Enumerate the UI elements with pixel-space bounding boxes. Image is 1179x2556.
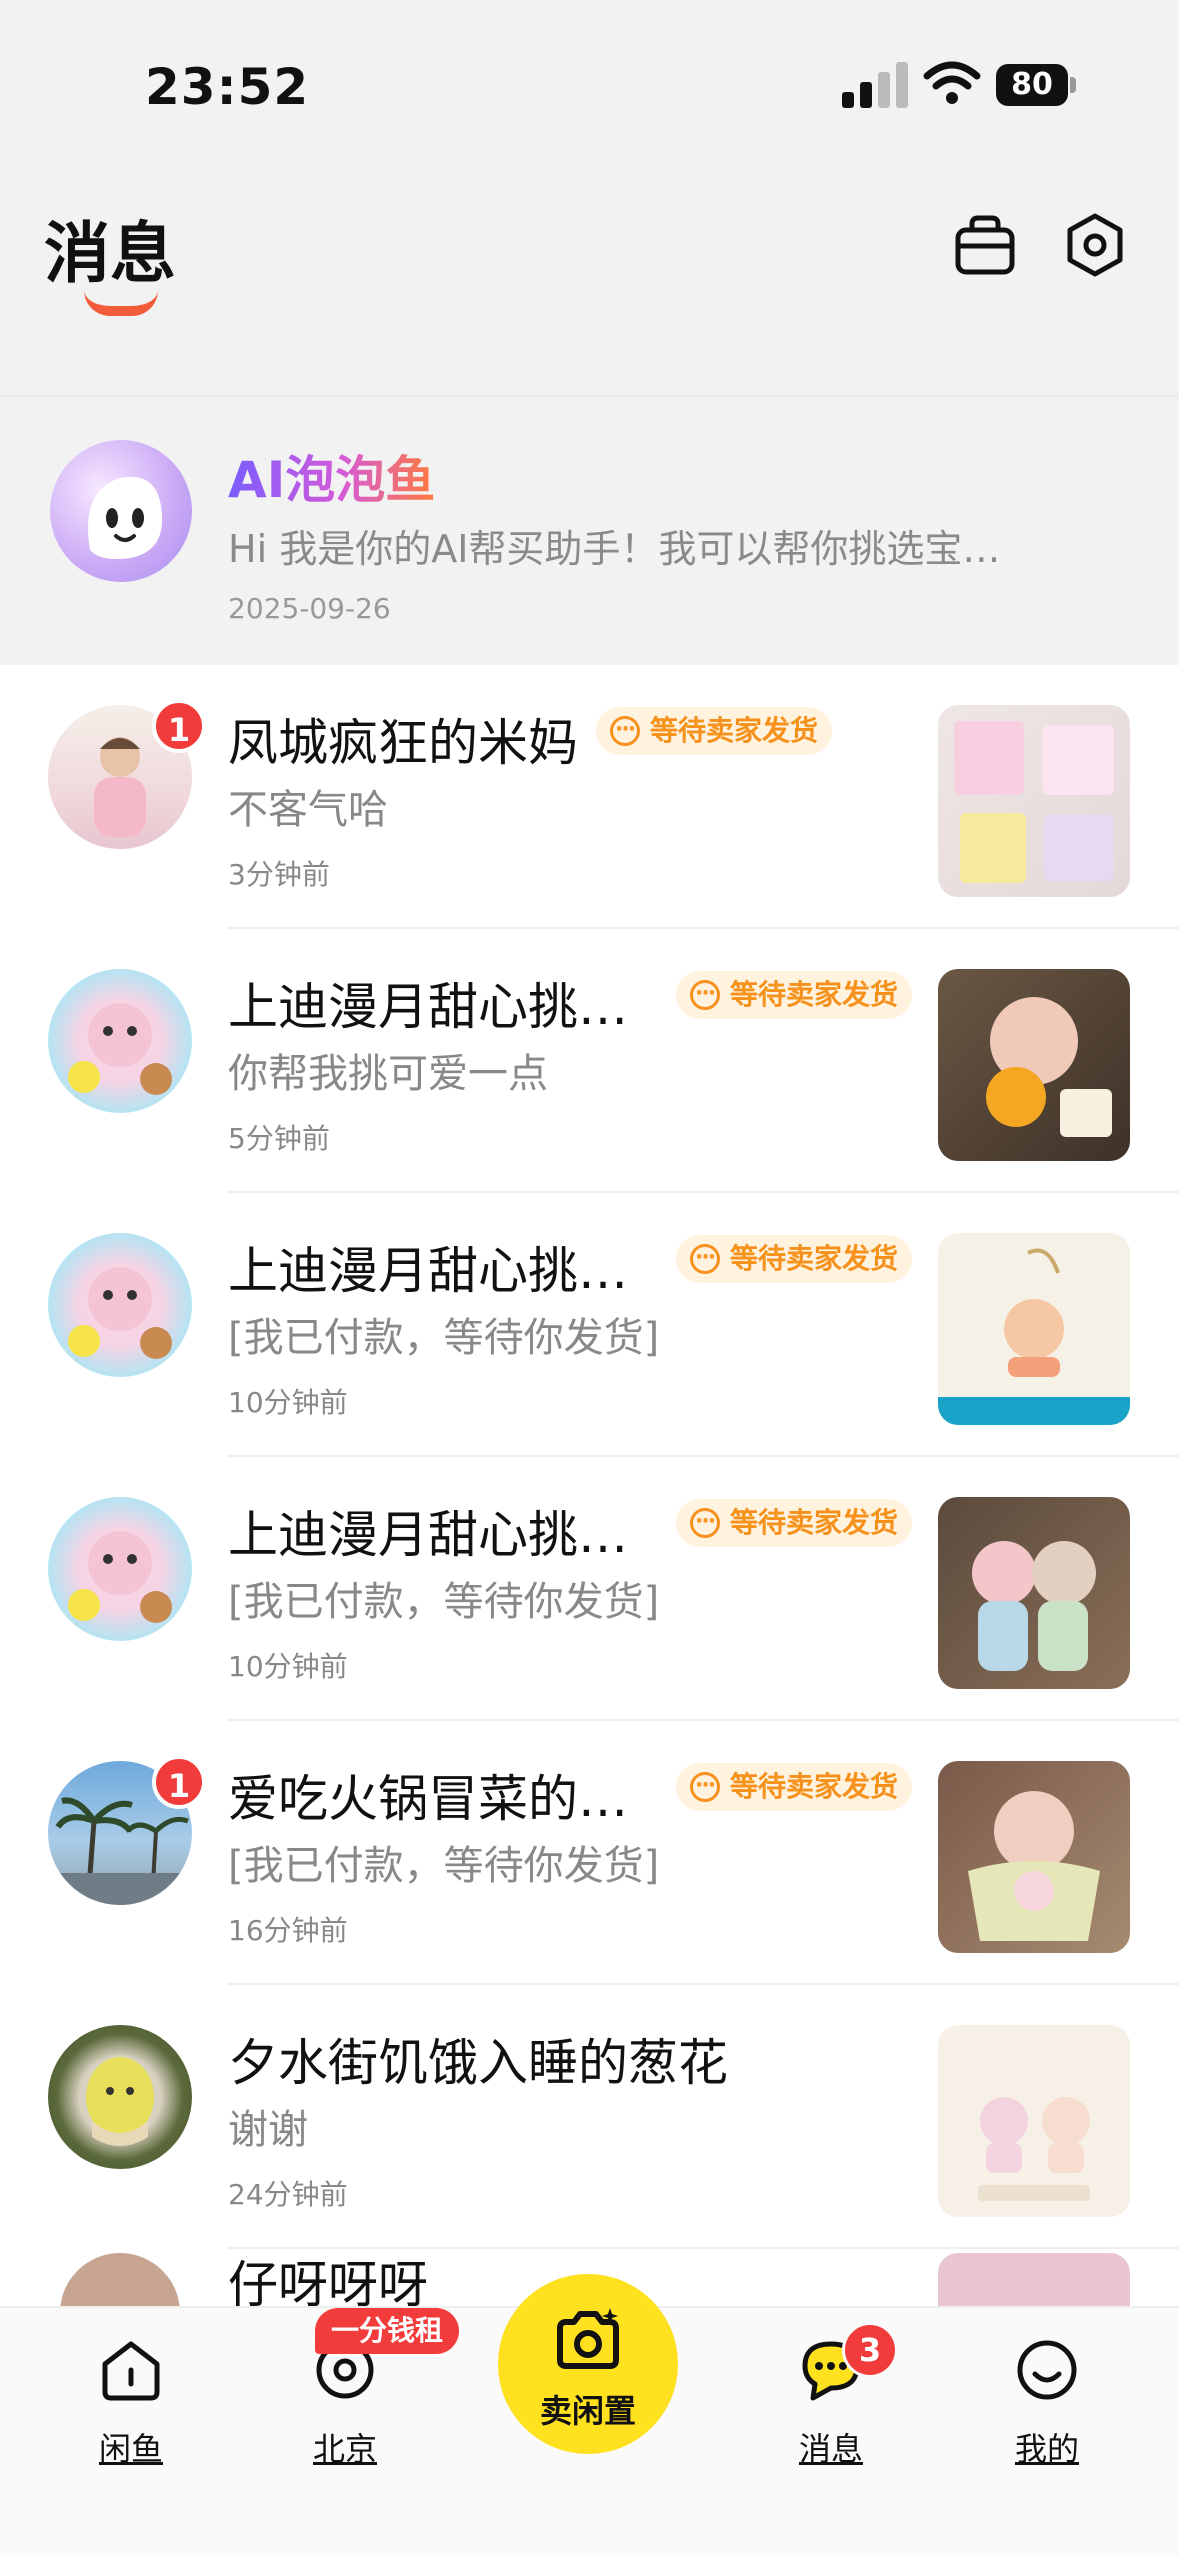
status-bar: 23:52 80 — [0, 0, 1179, 170]
message-time: 3分钟前 — [228, 858, 330, 891]
item-thumbnail — [938, 2025, 1130, 2217]
messages-badge: 3 — [842, 2322, 898, 2378]
avatar — [48, 1497, 192, 1641]
last-message: [我已付款，等待你发货] — [228, 1579, 660, 1625]
more-dots-icon — [690, 1234, 720, 1282]
ai-assistant-row[interactable]: AI泡泡鱼 Hi 我是你的AI帮买助手！我可以帮你挑选宝… 2025-09-26 — [0, 400, 1179, 665]
promo-badge: 一分钱租 — [315, 2308, 460, 2354]
ai-assistant-avatar — [50, 440, 192, 582]
order-status-tag: 等待卖家发货 — [596, 706, 833, 755]
sell-button[interactable]: 卖闲置 — [498, 2274, 678, 2454]
more-dots-icon — [690, 1498, 720, 1546]
ai-assistant-name: AI泡泡鱼 — [228, 440, 435, 512]
bottom-tab-bar: 闲鱼 北京 一分钱租 卖闲置 消息 3 我的 — [0, 2274, 1179, 2556]
more-dots-icon — [690, 970, 720, 1018]
conversation-row[interactable]: 1 爱吃火锅冒菜的… 等待卖家发货 [我已付款，等待你发货] 16分钟前 — [0, 1721, 1179, 1985]
home-icon — [102, 2341, 160, 2401]
tab-label: 北京 — [312, 2430, 377, 2468]
more-dots-icon — [610, 706, 640, 754]
cellular-signal-icon — [842, 62, 908, 108]
last-message: 你帮我挑可爱一点 — [228, 1051, 548, 1097]
wifi-icon — [923, 61, 981, 104]
contact-name: 爱吃火锅冒菜的… — [228, 1770, 628, 1828]
order-status-tag: 等待卖家发货 — [676, 1498, 913, 1547]
status-time: 23:52 — [145, 58, 310, 116]
item-thumbnail — [938, 1497, 1130, 1689]
contact-name: 凤城疯狂的米妈 — [228, 714, 578, 772]
avatar — [48, 969, 192, 1113]
page-header: 消息 — [0, 170, 1179, 310]
tab-label: 我的 — [1014, 2430, 1079, 2468]
camera-icon — [557, 2308, 619, 2369]
contact-name: 上迪漫月甜心挑… — [228, 978, 628, 1036]
contact-name: 上迪漫月甜心挑… — [228, 1242, 628, 1300]
item-thumbnail — [938, 969, 1130, 1161]
conversation-row[interactable]: 上迪漫月甜心挑… 等待卖家发货 你帮我挑可爱一点 5分钟前 — [0, 929, 1179, 1193]
contact-name: 上迪漫月甜心挑… — [228, 1506, 628, 1564]
battery-level: 80 — [996, 64, 1068, 106]
message-time: 10分钟前 — [228, 1650, 348, 1683]
more-dots-icon — [690, 1762, 720, 1810]
contact-name: 仔呀呀呀 — [228, 2256, 428, 2314]
tab-profile[interactable]: 我的 — [982, 2336, 1112, 2486]
battery-icon: 80 — [996, 64, 1078, 106]
avatar — [48, 2025, 192, 2169]
divider — [0, 395, 1179, 397]
ai-assistant-message: Hi 我是你的AI帮买助手！我可以帮你挑选宝… — [228, 527, 1001, 571]
sell-label: 卖闲置 — [539, 2392, 636, 2430]
item-thumbnail — [938, 705, 1130, 897]
tab-label: 闲鱼 — [98, 2430, 163, 2468]
order-status-tag: 等待卖家发货 — [676, 1762, 913, 1811]
contact-name: 夕水街饥饿入睡的葱花 — [228, 2034, 728, 2092]
item-thumbnail — [938, 1233, 1130, 1425]
item-thumbnail — [938, 1761, 1130, 1953]
last-message: 不客气哈 — [228, 787, 388, 833]
conversation-row[interactable]: 上迪漫月甜心挑… 等待卖家发货 [我已付款，等待你发货] 10分钟前 — [0, 1457, 1179, 1721]
conversation-row[interactable]: 夕水街饥饿入睡的葱花 谢谢 24分钟前 — [0, 1985, 1179, 2249]
shop-bag-icon[interactable] — [952, 212, 1018, 278]
last-message: 谢谢 — [228, 2107, 308, 2153]
message-time: 5分钟前 — [228, 1122, 330, 1155]
page-title: 消息 — [44, 215, 176, 292]
message-time: 16分钟前 — [228, 1914, 348, 1947]
message-time: 10分钟前 — [228, 1386, 348, 1419]
conversation-row[interactable]: 上迪漫月甜心挑… 等待卖家发货 [我已付款，等待你发货] 10分钟前 — [0, 1193, 1179, 1457]
ai-assistant-date: 2025-09-26 — [228, 592, 391, 625]
last-message: [我已付款，等待你发货] — [228, 1843, 660, 1889]
order-status-tag: 等待卖家发货 — [676, 1234, 913, 1283]
message-time: 24分钟前 — [228, 2178, 348, 2211]
unread-badge: 1 — [152, 1755, 206, 1809]
tab-location[interactable]: 北京 — [280, 2336, 410, 2486]
last-message: [我已付款，等待你发货] — [228, 1315, 660, 1361]
settings-icon[interactable] — [1062, 212, 1128, 278]
conversation-row[interactable]: 1 凤城疯狂的米妈 等待卖家发货 不客气哈 3分钟前 — [0, 665, 1179, 929]
avatar — [48, 1233, 192, 1377]
order-status-tag: 等待卖家发货 — [676, 970, 913, 1019]
tab-home[interactable]: 闲鱼 — [66, 2336, 196, 2486]
profile-icon — [1017, 2340, 1077, 2400]
tab-label: 消息 — [798, 2430, 863, 2468]
unread-badge: 1 — [152, 699, 206, 753]
